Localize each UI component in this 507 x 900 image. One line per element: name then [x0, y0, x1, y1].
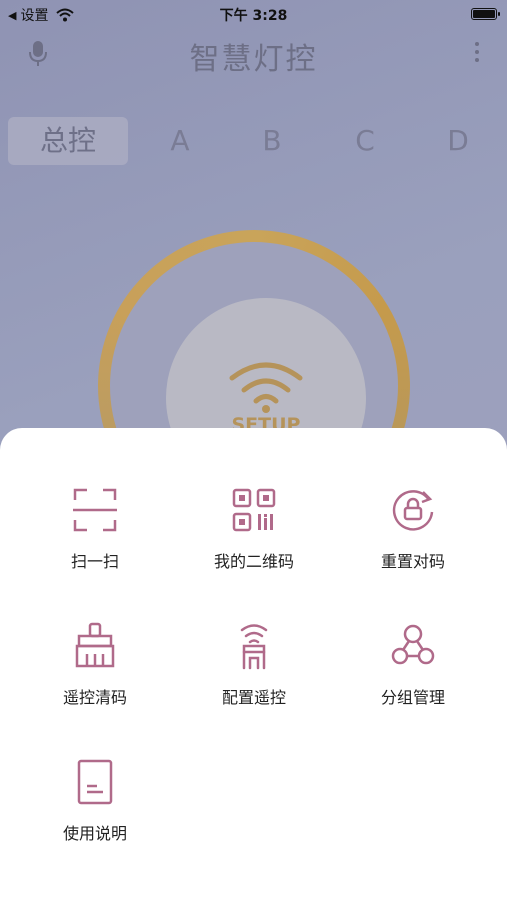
reset-pair-icon — [392, 490, 434, 531]
battery-icon — [471, 8, 500, 20]
menu-item-label: 使用说明 — [62, 824, 127, 843]
nav-bar: 智慧灯控 — [0, 28, 507, 80]
page-title: 智慧灯控 — [189, 42, 318, 77]
broom-icon — [75, 622, 115, 668]
menu-item-reset-pair[interactable]: 重置对码 — [328, 486, 498, 596]
tab-a[interactable]: A — [140, 117, 220, 165]
group-icon — [391, 624, 435, 665]
menu-item-config-remote[interactable]: 配置遥控 — [169, 622, 339, 732]
qr-code-icon — [232, 488, 276, 532]
zone-tabs: 总控 A B C D — [8, 117, 503, 165]
menu-item-scan[interactable]: 扫一扫 — [10, 486, 180, 596]
more-icon[interactable] — [475, 42, 479, 62]
status-time: 下午 3:28 — [219, 8, 288, 24]
menu-item-label: 配置遥控 — [221, 688, 286, 707]
tab-master[interactable]: 总控 — [8, 117, 128, 165]
menu-item-clear-remote[interactable]: 遥控清码 — [10, 622, 180, 732]
menu-item-label: 分组管理 — [380, 688, 445, 707]
menu-item-label: 重置对码 — [380, 552, 445, 571]
document-icon — [77, 759, 113, 805]
menu-item-my-qr[interactable]: 我的二维码 — [169, 486, 339, 596]
menu-item-label: 扫一扫 — [70, 552, 119, 571]
action-sheet: 扫一扫 我的二维码 重置对码 遥控清码 配置遥控 分组管理 使用说明 — [0, 428, 507, 900]
menu-item-instructions[interactable]: 使用说明 — [10, 758, 180, 868]
wifi-setup-icon — [229, 362, 303, 413]
tab-b[interactable]: B — [232, 117, 312, 165]
scan-icon — [73, 488, 117, 532]
tab-c[interactable]: C — [325, 117, 405, 165]
menu-item-label: 遥控清码 — [62, 688, 127, 707]
tab-d[interactable]: D — [418, 117, 498, 165]
status-bar: ◀ 设置 下午 3:28 — [0, 0, 507, 28]
remote-config-icon — [240, 624, 268, 670]
menu-item-label: 我的二维码 — [213, 552, 294, 571]
menu-item-group-manage[interactable]: 分组管理 — [328, 622, 498, 732]
